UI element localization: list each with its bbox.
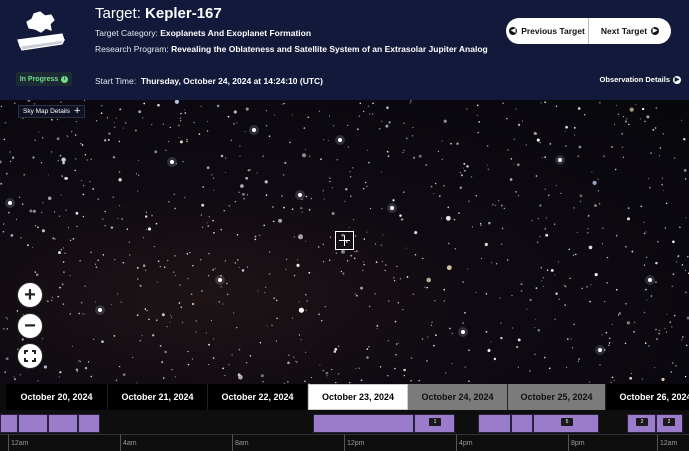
research-program: Research Program: Revealing the Oblatene…	[95, 44, 488, 54]
previous-target-label: Previous Target	[521, 26, 585, 36]
observation-segment[interactable]	[78, 414, 100, 433]
date-tab[interactable]: October 26, 2024	[606, 384, 689, 410]
sky-map-details-label: Sky Map Details	[23, 108, 70, 115]
target-reticle	[335, 231, 354, 250]
category-label: Target Category:	[95, 28, 158, 38]
start-label: Start Time:	[95, 76, 137, 86]
observation-segment[interactable]	[511, 414, 533, 433]
plus-icon: +	[73, 105, 81, 117]
app-root: Target: Kepler-167 Target Category: Exop…	[0, 0, 689, 451]
target-name: Kepler-167	[145, 5, 222, 22]
hour-tick: 8pm	[568, 435, 585, 451]
program-label: Research Program:	[95, 44, 169, 54]
info-icon: i	[61, 75, 69, 83]
observation-details-button[interactable]: Observation Details ▶	[600, 75, 681, 84]
fullscreen-icon	[24, 350, 36, 362]
observation-tracks: 1 5 2 2 12am 4am 8am 12pm 4pm 8pm 12am	[0, 410, 689, 451]
observation-details-label: Observation Details	[599, 75, 670, 84]
hour-axis: 12am 4am 8am 12pm 4pm 8pm 12am	[0, 434, 689, 451]
zoom-in-button[interactable]: +	[17, 282, 43, 308]
date-tabs: October 20, 2024 October 21, 2024 Octobe…	[6, 384, 689, 410]
hour-tick: 4pm	[456, 435, 473, 451]
observation-segment[interactable]	[18, 414, 48, 433]
header: Target: Kepler-167 Target Category: Exop…	[0, 0, 689, 100]
previous-target-button[interactable]: ◀ Previous Target	[506, 18, 588, 44]
segment-label: 5	[561, 418, 573, 426]
page-title: Target: Kepler-167	[95, 5, 222, 22]
target-label: Target:	[95, 5, 141, 22]
observation-segment[interactable]	[478, 414, 511, 433]
start-value: Thursday, October 24, 2024 at 14:24:10 (…	[140, 76, 324, 86]
timeline: October 20, 2024 October 21, 2024 Octobe…	[0, 384, 689, 451]
arrow-left-circle-icon: ◀	[509, 27, 518, 35]
status-text: In Progress	[19, 75, 59, 83]
date-tab[interactable]: October 20, 2024	[6, 384, 108, 410]
minus-icon: −	[24, 315, 36, 337]
telescope-logo	[17, 11, 66, 51]
date-tab[interactable]: October 25, 2024	[508, 384, 606, 410]
next-target-button[interactable]: Next Target ▶	[588, 18, 671, 44]
hour-tick: 8am	[232, 435, 249, 451]
arrow-right-circle-icon: ▶	[651, 27, 660, 35]
observation-segment[interactable]	[0, 414, 18, 433]
start-time: Start Time: Thursday, October 24, 2024 a…	[95, 76, 323, 86]
segment-label: 1	[429, 418, 441, 426]
sky-map-details-button[interactable]: Sky Map Details +	[18, 105, 86, 118]
zoom-out-button[interactable]: −	[17, 313, 43, 339]
date-tab[interactable]: October 21, 2024	[108, 384, 208, 410]
hour-tick: 12am	[657, 435, 678, 451]
track-row: 1 5 2 2	[0, 412, 689, 433]
observation-segment[interactable]	[313, 414, 414, 433]
category-value: Exoplanets And Exoplanet Formation	[160, 28, 312, 38]
date-tab-active[interactable]: October 23, 2024	[308, 384, 408, 410]
hour-tick: 4am	[120, 435, 137, 451]
observation-segment[interactable]	[48, 414, 78, 433]
target-category: Target Category: Exoplanets And Exoplane…	[95, 28, 311, 38]
fullscreen-button[interactable]	[17, 343, 43, 369]
hour-tick: 12pm	[344, 435, 365, 451]
next-target-label: Next Target	[600, 26, 648, 36]
segment-label: 2	[663, 418, 675, 426]
plus-icon: +	[24, 284, 36, 306]
status-badge[interactable]: In Progress i	[16, 72, 72, 86]
date-tab[interactable]: October 24, 2024	[408, 384, 508, 410]
program-value: Revealing the Oblateness and Satellite S…	[171, 44, 488, 54]
segment-label: 2	[636, 418, 648, 426]
hour-tick: 12am	[8, 435, 29, 451]
arrow-right-circle-icon: ▶	[673, 75, 681, 84]
sky-map[interactable]: Sky Map Details + + −	[0, 100, 689, 384]
date-tab[interactable]: October 22, 2024	[208, 384, 308, 410]
target-navigation: ◀ Previous Target Next Target ▶	[506, 18, 671, 44]
